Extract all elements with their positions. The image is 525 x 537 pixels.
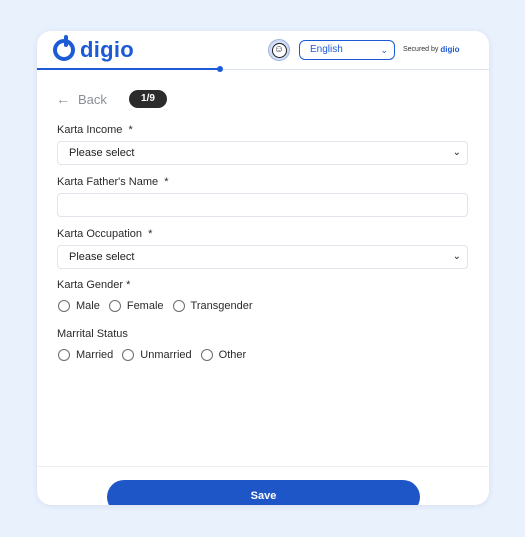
karta-occupation-value: Please select xyxy=(69,251,135,263)
secured-by: Secured by digio xyxy=(403,45,460,54)
karta-income-label-text: Karta Income xyxy=(57,124,123,136)
karta-father-name-input[interactable] xyxy=(57,193,468,217)
arrow-left-icon: ← xyxy=(56,91,70,107)
radio-label: Transgender xyxy=(190,300,253,312)
radio-circle[interactable] xyxy=(108,300,121,312)
footer-divider xyxy=(37,466,489,467)
radio-circle[interactable] xyxy=(172,300,185,312)
back-button[interactable]: ← Back xyxy=(56,91,107,107)
digio-logo: digio xyxy=(53,35,135,63)
karta-gender-radio-group: Male Female Transgender xyxy=(58,300,262,312)
marital-option-unmarried[interactable]: Unmarried xyxy=(122,349,192,361)
radio-circle[interactable] xyxy=(58,349,70,361)
karta-occupation-label: Karta Occupation * xyxy=(57,228,152,240)
chevron-down-icon: ⌄ xyxy=(452,251,461,262)
marital-option-other[interactable]: Other xyxy=(200,349,247,361)
karta-father-name-label: Karta Father's Name * xyxy=(57,176,169,188)
radio-circle[interactable] xyxy=(122,349,135,361)
radio-label: Unmarried xyxy=(140,349,192,361)
secured-by-brand: digio xyxy=(440,45,460,54)
digio-logo-mark-icon xyxy=(53,35,75,61)
required-marker: * xyxy=(164,176,169,188)
language-select[interactable]: English ⌄ xyxy=(299,40,395,60)
required-marker: * xyxy=(128,124,133,136)
radio-circle[interactable] xyxy=(58,300,70,312)
marital-option-married[interactable]: Married xyxy=(58,349,113,361)
karta-income-value: Please select xyxy=(69,147,135,159)
header: digio ☺ English ⌄ Secured by digio xyxy=(37,31,489,72)
karta-income-select[interactable]: Please select ⌄ xyxy=(57,141,468,165)
radio-circle[interactable] xyxy=(200,349,213,361)
secured-by-label: Secured by xyxy=(403,46,439,53)
chevron-down-icon: ⌄ xyxy=(452,147,461,158)
gender-option-transgender[interactable]: Transgender xyxy=(172,300,253,312)
required-marker: * xyxy=(126,279,131,291)
logo-text: digio xyxy=(80,37,135,62)
radio-label: Married xyxy=(76,349,114,361)
radio-label: Female xyxy=(126,300,164,312)
karta-gender-label-text: Karta Gender xyxy=(57,279,124,291)
marital-status-label: Marrital Status xyxy=(57,328,128,340)
back-label: Back xyxy=(78,91,107,107)
progress-indicator-dot xyxy=(217,66,223,72)
accessibility-icon: ☺ xyxy=(271,42,287,58)
step-badge: 1/9 xyxy=(129,90,167,108)
karta-occupation-label-text: Karta Occupation xyxy=(57,228,142,240)
karta-income-label: Karta Income * xyxy=(57,124,133,136)
gender-option-male[interactable]: Male xyxy=(58,300,100,312)
karta-father-name-label-text: Karta Father's Name xyxy=(57,176,159,188)
accessibility-button[interactable]: ☺ xyxy=(268,39,290,61)
karta-occupation-select[interactable]: Please select ⌄ xyxy=(57,245,468,269)
radio-label: Other xyxy=(218,349,247,361)
radio-label: Male xyxy=(76,300,100,312)
chevron-down-icon: ⌄ xyxy=(380,45,388,55)
required-marker: * xyxy=(148,228,153,240)
marital-status-radio-group: Married Unmarried Other xyxy=(58,349,255,361)
save-button[interactable]: Save xyxy=(107,480,420,505)
form-card: digio ☺ English ⌄ Secured by digio ← Bac… xyxy=(37,31,489,505)
language-selected: English xyxy=(310,44,343,55)
progress-fill xyxy=(37,68,220,70)
karta-gender-label: Karta Gender * xyxy=(57,279,130,291)
gender-option-female[interactable]: Female xyxy=(108,300,164,312)
